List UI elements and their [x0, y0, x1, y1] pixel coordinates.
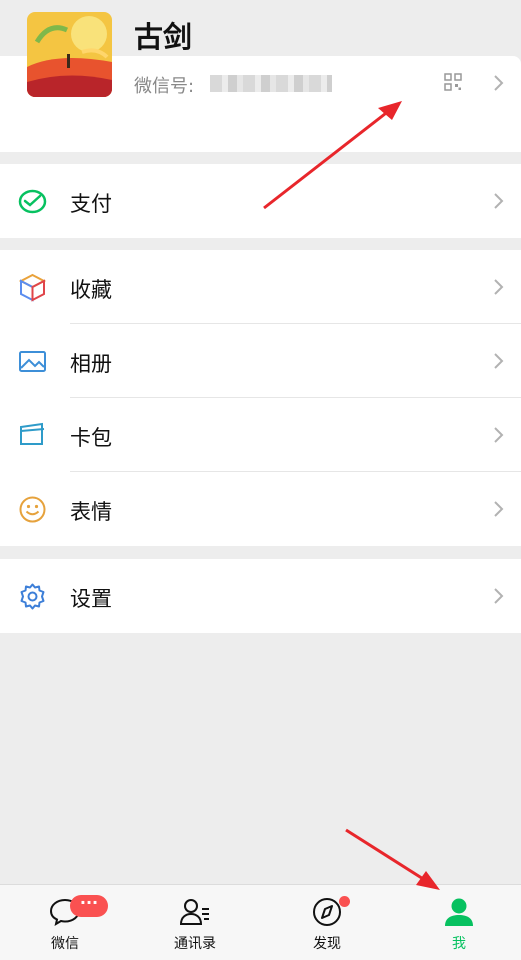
- chevron-right-icon: [494, 279, 504, 295]
- tab-label: 通讯录: [174, 936, 216, 952]
- menu-item-album[interactable]: 相册: [0, 324, 521, 398]
- settings-group: 设置: [0, 559, 521, 633]
- menu-item-pay[interactable]: 支付: [0, 164, 521, 238]
- tab-chats[interactable]: ··· 微信: [0, 885, 130, 960]
- chevron-right-icon: [494, 75, 504, 91]
- wechat-id-label: 微信号:: [134, 76, 195, 97]
- tab-contacts[interactable]: 通讯录: [130, 885, 260, 960]
- card-icon: [20, 422, 45, 445]
- menu-item-settings[interactable]: 设置: [0, 559, 521, 633]
- tab-discover[interactable]: 发现: [262, 885, 392, 960]
- profile-header[interactable]: 古剑 微信号:: [0, 0, 521, 152]
- wechat-id-value-blurred: [210, 75, 332, 92]
- tab-label: 我: [452, 936, 466, 952]
- chevron-right-icon: [494, 193, 504, 209]
- annotation-arrow-me: [345, 828, 429, 884]
- contacts-icon: [179, 899, 209, 925]
- qr-code-icon[interactable]: [444, 73, 462, 91]
- chevron-right-icon: [494, 588, 504, 604]
- chevron-right-icon: [494, 427, 504, 443]
- pay-group: 支付: [0, 164, 521, 238]
- bottom-tab-bar: ··· 微信 通讯录 发现 我: [0, 884, 521, 960]
- menu-item-favorites[interactable]: 收藏: [0, 250, 521, 324]
- menu-label: 收藏: [70, 278, 112, 302]
- tab-me[interactable]: 我: [394, 885, 521, 960]
- menu-label: 支付: [70, 192, 112, 216]
- chevron-right-icon: [494, 353, 504, 369]
- image-icon: [19, 351, 46, 372]
- person-icon: [445, 898, 473, 926]
- tab-label: 微信: [51, 936, 79, 952]
- menu-item-cards[interactable]: 卡包: [0, 398, 521, 472]
- cube-icon: [18, 273, 47, 302]
- menu-item-stickers[interactable]: 表情: [0, 472, 521, 546]
- wallet-icon: [18, 189, 47, 214]
- menu-label: 卡包: [70, 426, 112, 450]
- menu-label: 设置: [70, 587, 112, 611]
- menu-label: 相册: [70, 352, 112, 376]
- smiley-icon: [19, 496, 46, 523]
- content-group: 收藏 相册 卡包 表情: [0, 250, 521, 546]
- nickname: 古剑: [134, 20, 193, 54]
- gear-icon: [20, 583, 45, 610]
- unread-badge: ···: [70, 895, 108, 917]
- new-content-dot: [339, 896, 350, 907]
- tab-label: 发现: [313, 936, 341, 952]
- chevron-right-icon: [494, 501, 504, 517]
- menu-label: 表情: [70, 500, 112, 524]
- avatar[interactable]: [27, 12, 112, 97]
